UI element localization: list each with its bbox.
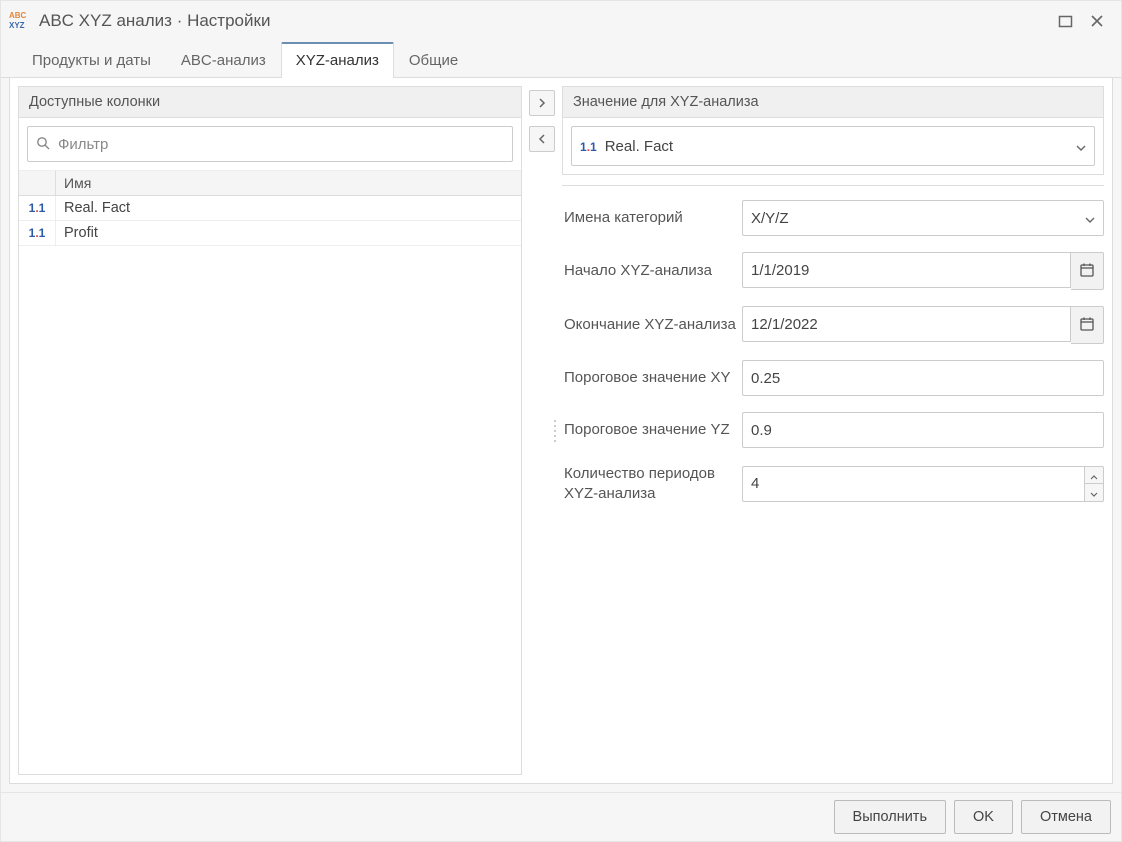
spinner-down-button[interactable] — [1085, 483, 1104, 502]
column-name: Real. Fact — [56, 200, 138, 216]
select-category-names[interactable]: X/Y/Z — [742, 200, 1104, 236]
spinner-up-button[interactable] — [1085, 466, 1104, 484]
calendar-icon — [1079, 316, 1095, 335]
move-right-button[interactable] — [529, 90, 555, 116]
label-category-names: Имена категорий — [564, 208, 742, 228]
input-start-date[interactable] — [742, 252, 1071, 288]
label-threshold-yz: Пороговое значение YZ — [564, 420, 742, 440]
filter-input[interactable] — [56, 135, 504, 154]
tab-xyz[interactable]: XYZ-анализ — [281, 42, 394, 78]
svg-text:ABC: ABC — [9, 11, 27, 20]
chevron-up-icon — [1090, 467, 1098, 483]
xyz-value-header: Значение для XYZ-анализа — [563, 87, 1103, 118]
metric-icon: 1.1 — [19, 196, 56, 220]
xyz-value-box: Значение для XYZ-анализа 1.1 Real. Fact — [562, 86, 1104, 175]
label-periods: Количество периодов XYZ-анализа — [564, 464, 742, 503]
calendar-button-start[interactable] — [1071, 252, 1105, 290]
xyz-value-select[interactable]: 1.1 Real. Fact — [571, 126, 1095, 166]
column-name: Profit — [56, 225, 106, 241]
xyz-value-selected: Real. Fact — [605, 138, 1076, 155]
label-start: Начало XYZ-анализа — [564, 261, 742, 281]
metric-icon: 1.1 — [580, 138, 597, 154]
chevron-down-icon — [1076, 138, 1086, 154]
tab-products-dates[interactable]: Продукты и даты — [17, 43, 166, 78]
ok-button[interactable]: OK — [954, 800, 1013, 834]
calendar-button-end[interactable] — [1071, 306, 1105, 344]
available-columns-pane: Доступные колонки Имя 1.1 Real. Fact — [18, 86, 522, 775]
move-left-button[interactable] — [529, 126, 555, 152]
svg-text:XYZ: XYZ — [9, 21, 25, 30]
input-periods[interactable] — [742, 466, 1085, 502]
chevron-down-icon — [1085, 210, 1095, 226]
filter-input-wrap[interactable] — [27, 126, 513, 162]
input-end-date[interactable] — [742, 306, 1071, 342]
maximize-button[interactable] — [1053, 9, 1077, 33]
column-row[interactable]: 1.1 Profit — [19, 221, 521, 246]
available-columns-header: Доступные колонки — [19, 87, 521, 118]
tab-bar: Продукты и даты ABC-анализ XYZ-анализ Об… — [1, 41, 1121, 78]
window-title: ABC XYZ анализ · Настройки — [39, 11, 270, 31]
app-icon: ABC XYZ — [9, 10, 31, 33]
metric-icon: 1.1 — [19, 221, 56, 245]
tab-general[interactable]: Общие — [394, 43, 473, 78]
calendar-icon — [1079, 262, 1095, 281]
close-button[interactable] — [1085, 9, 1109, 33]
label-end: Окончание XYZ-анализа — [564, 315, 742, 335]
input-threshold-xy[interactable] — [742, 360, 1104, 396]
columns-header-row: Имя — [19, 171, 521, 196]
columns-header-name: Имя — [56, 175, 99, 191]
cancel-button[interactable]: Отмена — [1021, 800, 1111, 834]
splitter-handle[interactable] — [550, 411, 560, 451]
chevron-down-icon — [1090, 484, 1098, 500]
column-row[interactable]: 1.1 Real. Fact — [19, 196, 521, 221]
search-icon — [36, 136, 56, 153]
select-category-names-value: X/Y/Z — [751, 210, 1085, 227]
tab-abc[interactable]: ABC-анализ — [166, 43, 281, 78]
label-threshold-xy: Пороговое значение XY — [564, 368, 742, 388]
execute-button[interactable]: Выполнить — [834, 800, 946, 834]
input-threshold-yz[interactable] — [742, 412, 1104, 448]
